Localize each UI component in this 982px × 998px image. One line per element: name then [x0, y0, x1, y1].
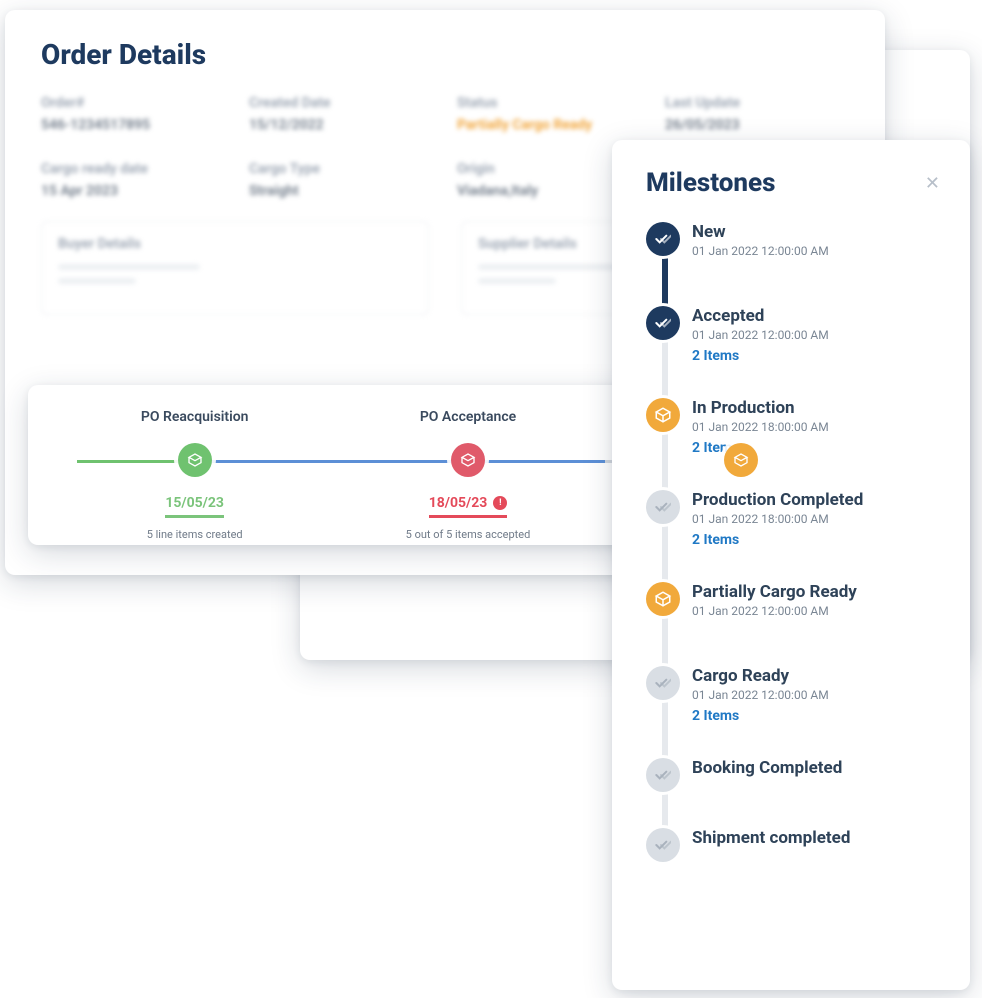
- field-value: Straight: [249, 183, 433, 199]
- milestone-title: Production Completed: [692, 490, 940, 510]
- placeholder-line: [478, 264, 620, 270]
- step-title: PO Reacquisition: [58, 409, 331, 425]
- milestone-item-cargo-ready[interactable]: Cargo Ready 01 Jan 2022 12:00:00 AM 2 It…: [692, 666, 940, 724]
- milestone-item-accepted[interactable]: Accepted 01 Jan 2022 12:00:00 AM 2 Items: [692, 306, 940, 364]
- step-date: 18/05/23 !: [429, 495, 508, 518]
- field-last-update: Last Update 26/05/2023: [665, 95, 849, 133]
- double-check-icon: [646, 758, 680, 792]
- buyer-details-panel: Buyer Details: [41, 221, 429, 315]
- double-check-icon: [646, 306, 680, 340]
- milestone-title: Shipment completed: [692, 828, 940, 848]
- milestones-title: Milestones: [646, 168, 776, 198]
- double-check-icon: [646, 222, 680, 256]
- field-label: Created Date: [249, 95, 433, 111]
- field-order-number: Order# 546-1234517895: [41, 95, 225, 133]
- milestone-time: 01 Jan 2022 18:00:00 AM: [692, 512, 940, 526]
- milestone-title: In Production: [692, 398, 940, 418]
- box-icon: [451, 443, 485, 477]
- milestone-item-new[interactable]: New 01 Jan 2022 12:00:00 AM: [692, 222, 940, 258]
- page-title: Order Details: [41, 38, 849, 71]
- field-cargo-type: Cargo Type Straight: [249, 161, 433, 199]
- milestone-time: 01 Jan 2022 12:00:00 AM: [692, 604, 940, 618]
- double-check-icon: [646, 666, 680, 700]
- milestone-items-link[interactable]: 2 Items: [692, 708, 940, 724]
- double-check-icon: [646, 828, 680, 862]
- double-check-icon: [646, 490, 680, 524]
- milestone-time: 01 Jan 2022 12:00:00 AM: [692, 328, 940, 342]
- milestone-title: Partially Cargo Ready: [692, 582, 940, 602]
- field-label: Order#: [41, 95, 225, 111]
- alert-badge-icon: !: [493, 496, 507, 510]
- placeholder-line: [58, 264, 200, 270]
- panel-title: Buyer Details: [58, 236, 412, 252]
- field-created-date: Created Date 15/12/2022: [249, 95, 433, 133]
- field-value: 26/05/2023: [665, 117, 849, 133]
- milestone-item-shipment-completed[interactable]: Shipment completed: [692, 828, 940, 848]
- milestones-panel: Milestones ✕ New 01 Jan 2022 12:00:00 AM…: [612, 140, 970, 990]
- milestone-time: 01 Jan 2022 12:00:00 AM: [692, 688, 940, 702]
- milestones-timeline: New 01 Jan 2022 12:00:00 AM Accepted 01 …: [646, 222, 940, 848]
- field-label: Status: [457, 95, 641, 111]
- milestone-title: Cargo Ready: [692, 666, 940, 686]
- milestone-title: New: [692, 222, 940, 242]
- step-note: 5 out of 5 items accepted: [331, 528, 604, 541]
- placeholder-line: [58, 278, 136, 284]
- milestone-item-production-completed[interactable]: Production Completed 01 Jan 2022 18:00:0…: [692, 490, 940, 548]
- milestone-time: 01 Jan 2022 12:00:00 AM: [692, 244, 940, 258]
- field-label: Cargo ready date: [41, 161, 225, 177]
- field-value: 15/12/2022: [249, 117, 433, 133]
- milestone-title: Accepted: [692, 306, 940, 326]
- tracker-step-po-acceptance[interactable]: PO Acceptance 18/05/23 ! 5 out of 5 item…: [331, 409, 604, 541]
- box-icon: [646, 398, 680, 432]
- milestone-time: 01 Jan 2022 18:00:00 AM: [692, 420, 940, 434]
- tracker-step-po-reacquisition[interactable]: PO Reacquisition 15/05/23 5 line items c…: [58, 409, 331, 541]
- field-value: 546-1234517895: [41, 117, 225, 133]
- milestone-item-booking-completed[interactable]: Booking Completed: [692, 758, 940, 778]
- milestone-item-partially-cargo-ready[interactable]: Partially Cargo Ready 01 Jan 2022 12:00:…: [692, 582, 940, 618]
- field-label: Cargo Type: [249, 161, 433, 177]
- field-value: Partially Cargo Ready: [457, 117, 641, 133]
- close-icon[interactable]: ✕: [925, 173, 940, 194]
- step-title: PO Acceptance: [331, 409, 604, 425]
- placeholder-line: [478, 278, 556, 284]
- milestone-items-link[interactable]: 2 Items: [692, 348, 940, 364]
- step-date: 15/05/23: [165, 495, 224, 518]
- milestone-items-link[interactable]: 2 Items: [692, 532, 940, 548]
- field-value: 15 Apr 2023: [41, 183, 225, 199]
- box-check-icon: [178, 443, 212, 477]
- box-icon: [646, 582, 680, 616]
- field-cargo-ready-date: Cargo ready date 15 Apr 2023: [41, 161, 225, 199]
- milestone-title: Booking Completed: [692, 758, 940, 778]
- step-note: 5 line items created: [58, 528, 331, 541]
- field-status: Status Partially Cargo Ready: [457, 95, 641, 133]
- field-label: Last Update: [665, 95, 849, 111]
